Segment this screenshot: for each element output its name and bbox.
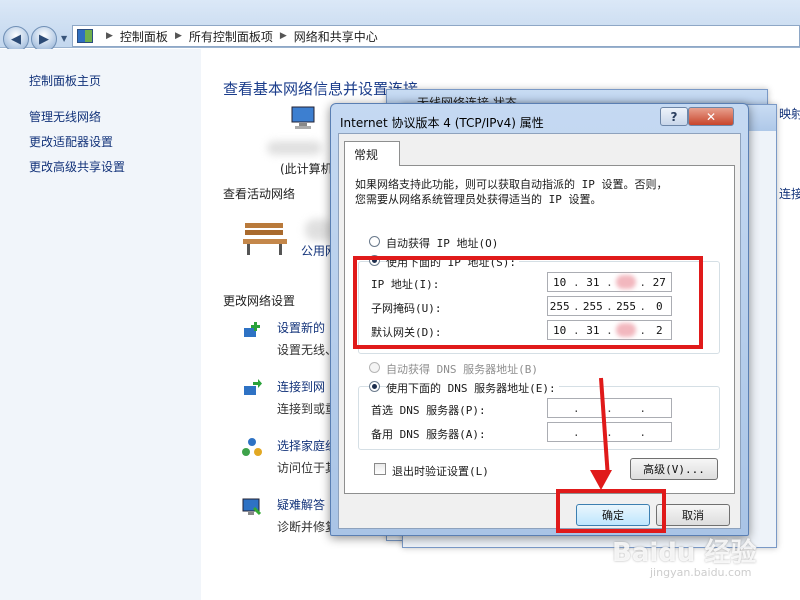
description-line-2: 您需要从网络系统管理员处获得适当的 IP 设置。 xyxy=(355,193,602,206)
address-toolbar: ◀ ▶ ▼ ▶ 控制面板 ▶ 所有控制面板项 ▶ 网络和共享中心 xyxy=(0,0,800,52)
validate-checkbox[interactable] xyxy=(374,463,386,475)
homegroup-icon xyxy=(241,437,263,459)
map-link[interactable]: 映射 xyxy=(779,105,800,122)
help-button[interactable]: ? xyxy=(660,107,688,126)
task-link-1[interactable]: 连接到网 xyxy=(277,378,325,395)
computer-icon xyxy=(291,106,315,129)
chevron-right-icon[interactable]: ▶ xyxy=(106,31,113,41)
watermark-url: jingyan.baidu.com xyxy=(650,566,752,579)
back-arrow-icon: ◀ xyxy=(11,31,21,47)
preferred-dns-input[interactable]: ... xyxy=(547,398,672,418)
crumb-all-items[interactable]: 所有控制面板项 xyxy=(189,28,273,45)
preferred-dns-label: 首选 DNS 服务器(P): xyxy=(371,404,486,417)
left-pane: 控制面板主页 管理无线网络 更改适配器设置 更改高级共享设置 xyxy=(0,49,201,600)
advanced-button[interactable]: 高级(V)... xyxy=(630,458,718,480)
new-connection-icon xyxy=(241,320,263,342)
computer-label: (此计算机 xyxy=(280,162,333,176)
dialog-title: Internet 协议版本 4 (TCP/IPv4) 属性 xyxy=(340,116,544,130)
task-link-2[interactable]: 选择家庭组 xyxy=(277,437,337,454)
task-link-0[interactable]: 设置新的 xyxy=(277,319,325,336)
baidu-watermark: Baidu 经验 xyxy=(612,538,757,568)
crumb-network-center[interactable]: 网络和共享中心 xyxy=(294,28,378,45)
chevron-right-icon[interactable]: ▶ xyxy=(175,31,182,41)
ok-highlight xyxy=(556,489,666,533)
forward-arrow-icon: ▶ xyxy=(39,31,49,47)
manage-wireless-link[interactable]: 管理无线网络 xyxy=(29,108,101,125)
ip-settings-highlight xyxy=(353,256,703,349)
tab-general[interactable]: 常规 xyxy=(344,141,400,166)
change-settings-heading: 更改网络设置 xyxy=(223,294,296,308)
task-desc-0: 设置无线、 xyxy=(277,343,338,357)
chevron-down-icon[interactable]: ▼ xyxy=(61,34,67,43)
task-desc-2: 访问位于其 xyxy=(277,461,338,475)
bench-icon xyxy=(243,223,287,255)
advanced-sharing-link[interactable]: 更改高级共享设置 xyxy=(29,158,125,175)
task-link-3[interactable]: 疑难解答 xyxy=(277,496,325,513)
alternate-dns-input[interactable]: ... xyxy=(547,422,672,442)
connect-network-icon xyxy=(241,378,263,400)
auto-dns-label: 自动获得 DNS 服务器地址(B) xyxy=(386,363,538,376)
troubleshoot-icon xyxy=(241,496,263,518)
auto-ip-label: 自动获得 IP 地址(O) xyxy=(386,237,499,250)
alternate-dns-label: 备用 DNS 服务器(A): xyxy=(371,428,486,441)
connect-link[interactable]: 连接 xyxy=(779,185,800,202)
control-panel-icon xyxy=(77,29,93,43)
manual-dns-radio[interactable] xyxy=(369,381,380,392)
control-panel-home-link[interactable]: 控制面板主页 xyxy=(29,72,101,89)
active-networks-heading: 查看活动网络 xyxy=(223,187,296,201)
close-button[interactable]: ✕ xyxy=(688,107,734,126)
annotation-arrow-head xyxy=(590,470,612,490)
manual-dns-label: 使用下面的 DNS 服务器地址(E): xyxy=(386,380,559,396)
description-line-1: 如果网络支持此功能，则可以获取自动指派的 IP 设置。否则， xyxy=(355,178,668,191)
task-desc-3: 诊断并修复 xyxy=(277,520,338,534)
chevron-right-icon[interactable]: ▶ xyxy=(280,31,287,41)
auto-dns-radio[interactable] xyxy=(369,362,380,373)
cancel-button[interactable]: 取消 xyxy=(656,504,730,526)
change-adapter-link[interactable]: 更改适配器设置 xyxy=(29,133,113,150)
redacted-name xyxy=(267,141,322,155)
crumb-control-panel[interactable]: 控制面板 xyxy=(120,28,168,45)
auto-ip-radio[interactable] xyxy=(369,236,380,247)
task-desc-1: 连接到或重 xyxy=(277,402,338,416)
redacted-network xyxy=(305,219,333,241)
validate-label: 退出时验证设置(L) xyxy=(392,465,489,478)
breadcrumb[interactable]: ▶ 控制面板 ▶ 所有控制面板项 ▶ 网络和共享中心 xyxy=(72,25,800,47)
